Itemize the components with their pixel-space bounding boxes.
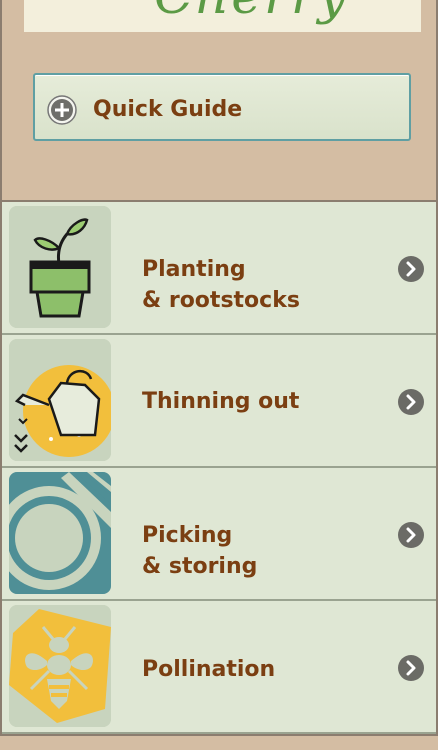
- list-item-planting[interactable]: Planting & rootstocks: [2, 202, 436, 335]
- plus-circle-icon: [47, 95, 77, 125]
- list-item-picking-storing[interactable]: Picking & storing: [2, 468, 436, 601]
- watering-can-icon: [9, 339, 111, 461]
- list-item-thinning-out[interactable]: Thinning out: [2, 335, 436, 468]
- pollination-label: Pollination: [142, 654, 275, 685]
- thinning-out-label-line1: Thinning out: [142, 389, 300, 414]
- bee-icon: [9, 605, 111, 727]
- planting-label-line1: Planting: [142, 257, 246, 282]
- footer-bar: [0, 734, 438, 750]
- chevron-right-icon: [398, 389, 424, 415]
- quick-guide-button[interactable]: Quick Guide: [33, 73, 411, 141]
- seedling-pot-icon: [9, 206, 111, 328]
- chevron-right-icon: [398, 256, 424, 282]
- picking-storing-label: Picking & storing: [142, 520, 257, 582]
- picking-storing-label-line1: Picking: [142, 523, 233, 548]
- topic-list: Planting & rootstocks Thinning out Picki…: [0, 200, 438, 734]
- plate-fork-icon: [9, 472, 111, 594]
- thinning-out-label: Thinning out: [142, 386, 299, 417]
- chevron-right-icon: [398, 655, 424, 681]
- header: Cherry Quick Guide: [0, 0, 438, 200]
- chevron-right-icon: [398, 522, 424, 548]
- list-item-pollination[interactable]: Pollination: [2, 601, 436, 734]
- planting-label: Planting & rootstocks: [142, 254, 300, 316]
- app-banner: Cherry: [24, 0, 421, 32]
- quick-guide-label: Quick Guide: [93, 97, 243, 122]
- pollination-label-line1: Pollination: [142, 657, 276, 682]
- planting-label-line2: & rootstocks: [142, 288, 300, 313]
- app-title: Cherry: [154, 0, 349, 26]
- picking-storing-label-line2: & storing: [142, 554, 258, 579]
